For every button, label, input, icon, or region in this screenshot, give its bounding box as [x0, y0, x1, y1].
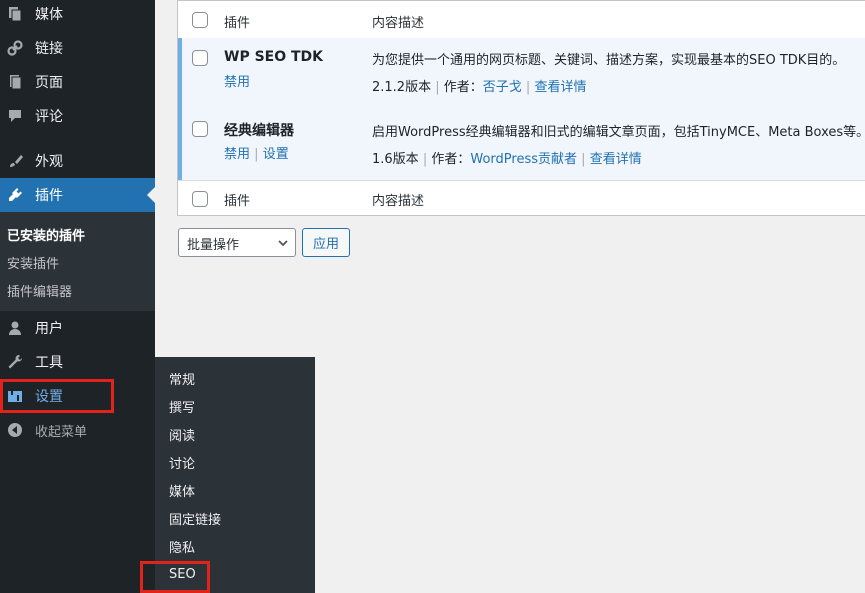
menu-item-pages[interactable]: 页面 — [0, 65, 155, 99]
settings-link[interactable]: 设置 — [263, 147, 289, 162]
plugin-meta: 1.6版本 | 作者：WordPress贡献者 | 查看详情 — [372, 148, 642, 167]
menu-item-plugins[interactable]: 插件 — [0, 178, 155, 212]
menu-item-comments[interactable]: 评论 — [0, 99, 155, 133]
menu-item-links[interactable]: 链接 — [0, 31, 155, 65]
menu-item-tools[interactable]: 工具 — [0, 345, 155, 379]
column-header-plugin: 插件 — [224, 16, 251, 31]
comments-icon — [5, 106, 25, 126]
flyout-item-reading[interactable]: 阅读 — [169, 425, 195, 444]
media-icon — [5, 4, 25, 24]
menu-item-label: 收起菜单 — [35, 424, 88, 440]
table-row: WP SEO TDK 禁用 为您提供一个通用的网页标题、关键词、描述方案，实现最… — [178, 38, 865, 109]
plugins-submenu: 已安装的插件 安装插件 插件编辑器 — [0, 212, 155, 311]
submenu-add-plugins[interactable]: 安装插件 — [7, 253, 59, 272]
column-footer-plugin: 插件 — [224, 194, 251, 209]
meta-separator: | — [422, 152, 428, 167]
menu-item-label: 评论 — [35, 109, 63, 125]
seo-highlight-box — [140, 561, 210, 593]
pages-icon — [5, 72, 25, 92]
plugin-name: 经典编辑器 — [224, 123, 294, 139]
tools-icon — [5, 352, 25, 372]
menu-item-label: 外观 — [35, 154, 63, 170]
collapse-menu-button[interactable]: 收起菜单 — [0, 413, 155, 447]
column-header-description: 内容描述 — [372, 16, 425, 31]
plugin-description: 为您提供一个通用的网页标题、关键词、描述方案，实现最基本的SEO TDK目的。 — [372, 53, 846, 68]
menu-item-label: 媒体 — [35, 7, 63, 23]
deactivate-link[interactable]: 禁用 — [224, 71, 250, 90]
deactivate-link[interactable]: 禁用 — [224, 147, 250, 162]
menu-item-label: 链接 — [35, 41, 63, 57]
author-label: 作者： — [443, 80, 483, 95]
flyout-item-discussion[interactable]: 讨论 — [169, 453, 195, 472]
flyout-item-media[interactable]: 媒体 — [169, 481, 195, 500]
appearance-icon — [5, 151, 25, 171]
meta-separator: | — [435, 80, 440, 95]
plugin-name: WP SEO TDK — [224, 49, 324, 65]
plugin-meta: 2.1.2版本 | 作者：否子戈 | 查看详情 — [372, 76, 586, 95]
menu-item-appearance[interactable]: 外观 — [0, 144, 155, 178]
author-label: 作者： — [431, 152, 471, 167]
row-checkbox[interactable] — [192, 121, 208, 137]
plugin-version: 2.1.2版本 — [372, 80, 432, 95]
meta-separator: | — [525, 80, 531, 95]
bulk-actions-select[interactable]: 批量操作 — [178, 228, 296, 257]
flyout-item-privacy[interactable]: 隐私 — [169, 537, 195, 556]
admin-sidebar: 媒体 链接 页面 评论 外观 插件 已安装的插件 安装插件 插件编辑器 用户 工… — [0, 0, 155, 593]
collapse-icon — [5, 420, 25, 440]
view-details-link[interactable]: 查看详情 — [590, 152, 642, 167]
table-header-row: 插件 内容描述 — [178, 1, 865, 39]
table-footer-row: 插件 内容描述 — [178, 180, 865, 216]
flyout-item-general[interactable]: 常规 — [169, 369, 195, 388]
table-row: 经典编辑器 禁用 | 设置 启用WordPress经典编辑器和旧式的编辑文章页面… — [178, 108, 865, 181]
flyout-item-writing[interactable]: 撰写 — [169, 397, 195, 416]
menu-item-label: 工具 — [35, 355, 63, 371]
submenu-plugin-editor[interactable]: 插件编辑器 — [7, 281, 72, 300]
plugin-description: 启用WordPress经典编辑器和旧式的编辑文章页面，包括TinyMCE、Met… — [372, 125, 865, 140]
flyout-item-permalinks[interactable]: 固定链接 — [169, 509, 221, 528]
action-separator: | — [254, 147, 259, 162]
menu-item-label: 插件 — [35, 188, 63, 204]
plugins-icon — [5, 185, 25, 205]
view-details-link[interactable]: 查看详情 — [534, 80, 586, 95]
users-icon — [5, 318, 25, 338]
meta-separator: | — [581, 152, 586, 167]
plugin-version: 1.6版本 — [372, 152, 419, 167]
select-all-checkbox-footer[interactable] — [192, 191, 208, 207]
menu-item-label: 页面 — [35, 75, 63, 91]
settings-flyout-menu: 常规 撰写 阅读 讨论 媒体 固定链接 隐私 SEO — [140, 357, 315, 593]
bulk-actions-value: 批量操作 — [187, 238, 240, 253]
submenu-installed-plugins[interactable]: 已安装的插件 — [7, 225, 85, 244]
author-link[interactable]: WordPress贡献者 — [470, 152, 577, 167]
settings-highlight-box — [0, 379, 114, 413]
column-footer-description: 内容描述 — [372, 194, 425, 209]
author-link[interactable]: 否子戈 — [483, 80, 522, 95]
plugins-table: 插件 内容描述 WP SEO TDK 禁用 为您提供一个通用的网页标题、关键词、… — [177, 0, 865, 216]
chevron-down-icon — [278, 240, 288, 247]
row-checkbox[interactable] — [192, 50, 208, 66]
apply-button[interactable]: 应用 — [302, 228, 350, 257]
plugin-actions: 禁用 | 设置 — [224, 143, 289, 162]
menu-item-users[interactable]: 用户 — [0, 311, 155, 345]
select-all-checkbox[interactable] — [192, 12, 208, 28]
menu-item-label: 用户 — [35, 321, 63, 337]
menu-item-media[interactable]: 媒体 — [0, 0, 155, 31]
link-icon — [5, 38, 25, 58]
active-indicator-arrow — [147, 187, 155, 203]
